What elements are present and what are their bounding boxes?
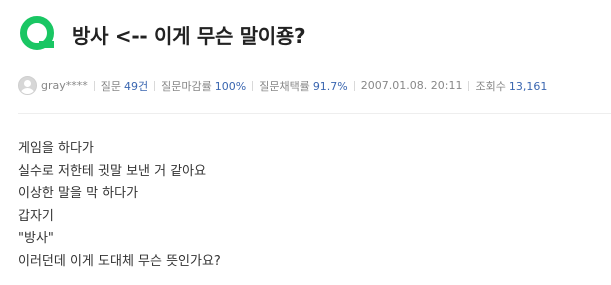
- body-line: 갑자기: [18, 208, 54, 224]
- view-count: 조회수 13,161: [475, 78, 547, 94]
- avatar[interactable]: [18, 76, 37, 95]
- question-count-value: 49건: [124, 79, 149, 93]
- question-body: 게임을 하다가 실수로 저한테 귓말 보낸 거 같아요 이상한 말을 막 하다가…: [18, 138, 221, 273]
- content-divider: [18, 113, 611, 114]
- question-count: 질문 49건: [101, 78, 148, 94]
- question-count-label: 질문: [100, 79, 122, 93]
- question-title: 방사 <-- 이게 무슨 말이죵?: [72, 23, 306, 48]
- body-line: 이상한 말을 막 하다가: [18, 186, 139, 201]
- meta-divider: [154, 80, 156, 91]
- body-line: 게임을 하다가: [18, 141, 94, 156]
- closing-rate-value: 100%: [214, 79, 247, 93]
- q-badge-icon: [20, 16, 54, 50]
- adoption-rate-value: 91.7%: [312, 79, 348, 93]
- question-meta: gray**** 질문 49건 질문마감률 100% 질문채택률 91.7% 2007…: [18, 76, 547, 95]
- closing-rate: 질문마감률 100%: [161, 78, 246, 94]
- meta-divider: [252, 80, 254, 91]
- body-line: 실수로 저한테 귓말 보낸 거 같아요: [18, 163, 207, 179]
- view-count-label: 조회수: [475, 79, 506, 93]
- post-date: 2007.01.08. 20:11: [360, 79, 463, 92]
- body-line: "방사": [18, 231, 54, 246]
- author-name[interactable]: gray****: [41, 79, 88, 92]
- question-header: 방사 <-- 이게 무슨 말이죵?: [18, 14, 306, 54]
- body-line: 이러던데 이게 도대체 무슨 뜻인가요?: [18, 253, 221, 269]
- closing-rate-label: 질문마감률: [161, 79, 212, 93]
- view-count-value: 13,161: [508, 79, 548, 93]
- meta-divider: [353, 80, 355, 91]
- meta-divider: [93, 80, 95, 91]
- meta-divider: [468, 80, 470, 91]
- adoption-rate-label: 질문채택률: [259, 79, 310, 93]
- adoption-rate: 질문채택률 91.7%: [259, 78, 348, 94]
